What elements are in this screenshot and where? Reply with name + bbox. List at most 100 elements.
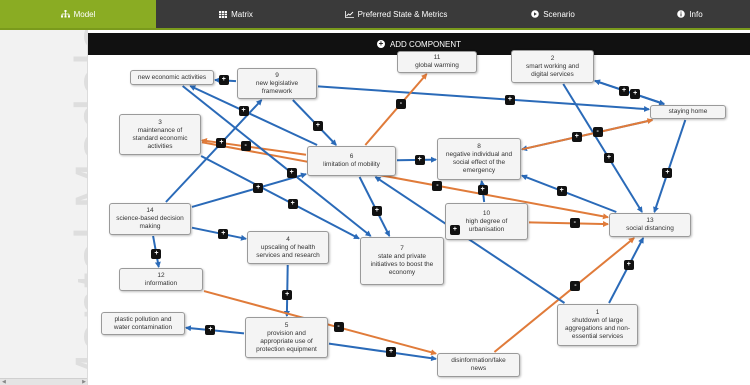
node-n6[interactable]: 6 limitation of mobility — [307, 146, 396, 176]
node-number: 2 — [550, 54, 555, 62]
edge-sign-negative[interactable]: - — [432, 180, 443, 191]
edge-sign-positive[interactable]: + — [371, 206, 382, 217]
node-label: state and private initiatives to boost t… — [370, 253, 434, 276]
left-panel: Mental Modeler ◀ ▶ — [0, 30, 88, 385]
edge-sign-negative[interactable]: - — [592, 127, 603, 138]
node-n-disinfo[interactable]: disinformation/fake news — [437, 353, 520, 377]
scroll-left-icon[interactable]: ◀ — [2, 379, 6, 385]
node-number: 4 — [286, 235, 290, 243]
edge-sign-positive[interactable]: + — [477, 184, 488, 195]
play-circle-icon — [531, 10, 540, 18]
node-label: social distancing — [626, 225, 674, 232]
node-n-plastic[interactable]: plastic pollution and water contaminatio… — [101, 312, 185, 335]
node-n14[interactable]: 14 science-based decision making — [109, 203, 191, 235]
tab-info[interactable]: Info — [630, 0, 750, 28]
edge-sign-negative[interactable]: - — [240, 141, 251, 152]
node-n3[interactable]: 3 maintenance of standard economic activi… — [119, 114, 201, 155]
edge-n1-to-n13[interactable] — [608, 237, 645, 304]
hierarchy-icon — [60, 10, 70, 18]
edge-sign-positive[interactable]: + — [414, 154, 425, 165]
node-label: limitation of mobility — [323, 161, 380, 168]
node-number: 1 — [595, 309, 600, 316]
edge-sign-positive[interactable]: + — [504, 94, 515, 105]
edge-n9-to-n-staying[interactable] — [317, 85, 650, 112]
tab-preferred-state[interactable]: Preferred State & Metrics — [316, 0, 476, 28]
edge-sign-positive[interactable]: + — [312, 121, 323, 132]
edge-sign-positive[interactable]: + — [218, 229, 229, 240]
node-n12[interactable]: 12 information — [119, 268, 203, 291]
edge-sign-positive[interactable]: + — [287, 198, 298, 209]
node-label: information — [144, 279, 178, 287]
edge-sign-positive[interactable]: + — [205, 325, 216, 336]
tab-info-label: Info — [689, 9, 703, 19]
mental-modeler-watermark: Mental Modeler — [63, 30, 88, 385]
edge-sign-positive[interactable]: + — [662, 168, 673, 179]
edge-n3-to-n13[interactable] — [201, 141, 609, 220]
edge-sign-positive[interactable]: + — [556, 185, 567, 196]
node-number: 12 — [157, 271, 165, 279]
scroll-right-icon[interactable]: ▶ — [82, 379, 86, 385]
horizontal-scrollbar[interactable]: ◀ ▶ — [0, 378, 87, 385]
edge-n10-to-n13[interactable] — [528, 220, 609, 227]
edge-sign-negative[interactable]: - — [570, 280, 581, 291]
node-number: 11 — [433, 54, 441, 61]
line-chart-icon — [344, 10, 354, 18]
edge-sign-positive[interactable]: + — [603, 153, 614, 164]
node-n5[interactable]: 5 provision and appropriate use of protec… — [245, 317, 328, 358]
tab-scenario[interactable]: Scenario — [476, 0, 630, 28]
node-label: negative individual and social effect of… — [445, 151, 513, 174]
node-number: 5 — [284, 321, 289, 329]
node-n9[interactable]: 9 new legislative framework — [237, 68, 317, 99]
node-label: disinformation/fake news — [451, 357, 506, 372]
edge-sign-positive[interactable]: + — [216, 137, 227, 148]
tab-model[interactable]: Model — [0, 0, 156, 28]
node-label: new legislative framework — [255, 79, 299, 95]
node-number: 7 — [400, 245, 404, 252]
node-n1[interactable]: 1 shutdown of large aggregations and non-… — [557, 304, 638, 346]
node-label: plastic pollution and water contaminatio… — [113, 315, 173, 331]
node-n7[interactable]: 7 state and private initiatives to boost … — [360, 237, 444, 285]
node-n13[interactable]: 13 social distancing — [609, 213, 691, 237]
grid-icon — [219, 10, 228, 18]
node-number: 10 — [482, 209, 491, 217]
info-icon — [677, 10, 686, 18]
model-canvas[interactable]: + ADD COMPONENT new economic activities 9… — [88, 30, 750, 385]
node-label: smart working and digital services — [525, 62, 580, 78]
edge-sign-positive[interactable]: + — [253, 182, 264, 193]
node-label: science-based decision making — [116, 215, 184, 230]
node-n-new-econ[interactable]: new economic activities — [130, 70, 214, 85]
edge-sign-positive[interactable]: + — [282, 289, 293, 300]
node-n-staying[interactable]: staying home — [650, 105, 726, 119]
edge-sign-positive[interactable]: + — [623, 260, 634, 271]
edge-sign-positive[interactable]: + — [571, 132, 582, 142]
edge-sign-negative[interactable]: - — [395, 98, 406, 109]
tab-matrix[interactable]: Matrix — [156, 0, 316, 28]
node-n2[interactable]: 2 smart working and digital services — [511, 50, 594, 83]
edge-n13-to-n8[interactable] — [521, 174, 617, 213]
node-label: global warming — [415, 62, 459, 69]
top-tab-bar: Model Matrix Preferred State & Metrics S… — [0, 0, 750, 30]
add-component-label: ADD COMPONENT — [389, 39, 462, 49]
edge-n5-to-n-disinfo[interactable] — [328, 342, 437, 362]
edge-sign-positive[interactable]: + — [238, 105, 249, 116]
edge-sign-positive[interactable]: + — [218, 75, 229, 86]
node-label: high degree of urbanisation — [465, 217, 508, 233]
edge-n-staying-to-n13[interactable] — [653, 119, 687, 213]
tab-scenario-label: Scenario — [543, 9, 575, 19]
edge-sign-positive[interactable]: + — [449, 224, 460, 235]
node-n8[interactable]: 8 negative individual and social effect o… — [437, 138, 521, 180]
edge-sign-positive[interactable]: + — [386, 347, 397, 358]
node-number: 6 — [349, 153, 354, 160]
tab-model-label: Model — [73, 9, 96, 19]
edge-n6-to-n11[interactable] — [364, 73, 428, 146]
edge-sign-negative[interactable]: - — [333, 322, 344, 333]
edge-sign-positive[interactable]: + — [619, 85, 630, 96]
node-label: shutdown of large aggregations and non- … — [564, 317, 631, 340]
edge-sign-positive[interactable]: + — [286, 168, 297, 178]
edge-sign-positive[interactable]: + — [630, 89, 641, 100]
edge-sign-positive[interactable]: + — [151, 248, 162, 259]
edge-sign-negative[interactable]: - — [569, 218, 580, 229]
edge-n2-to-n13[interactable] — [562, 83, 643, 213]
node-n11[interactable]: 11 global warming — [397, 51, 477, 73]
node-n4[interactable]: 4 upscaling of health services and resear… — [247, 231, 329, 264]
